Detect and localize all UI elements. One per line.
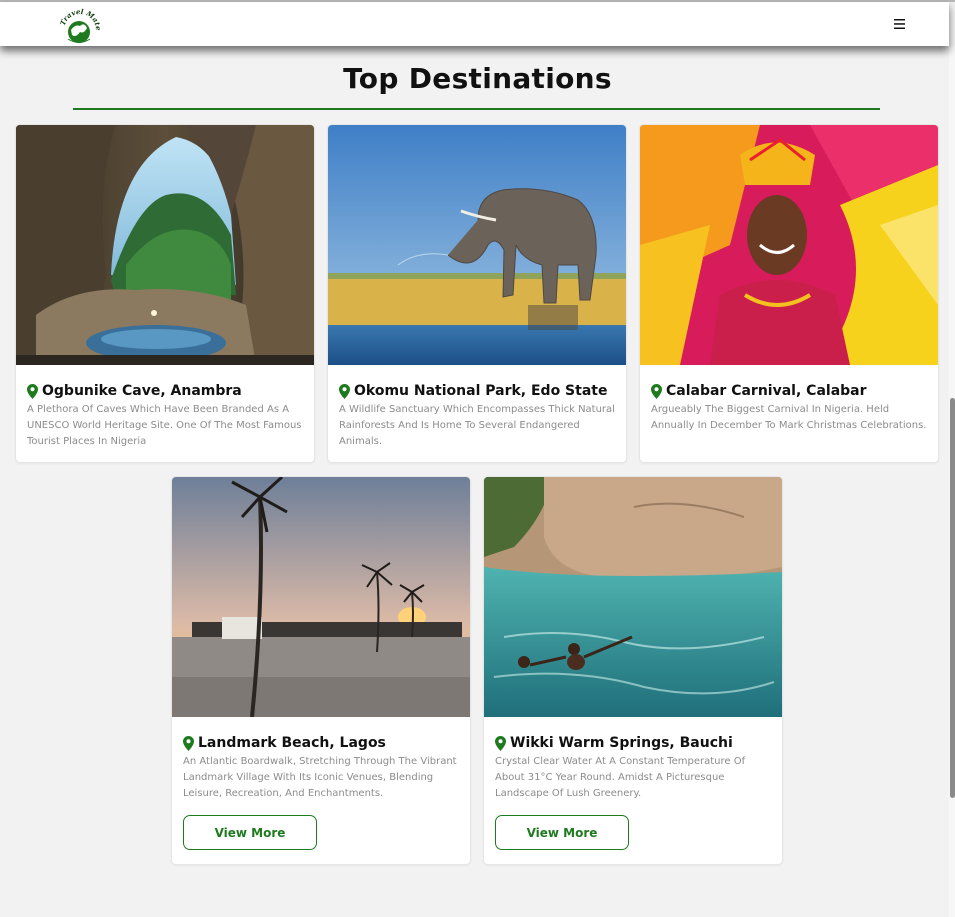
beach-photo: [172, 477, 470, 717]
destination-description: Argueably The Biggest Carnival In Nigeri…: [651, 404, 927, 431]
view-more-button[interactable]: View More: [183, 815, 317, 850]
location-pin-icon: [651, 383, 662, 399]
destination-description: Crystal Clear Water At A Constant Temper…: [495, 756, 746, 799]
location-pin-icon: [495, 735, 506, 751]
destination-name: Ogbunike Cave, Anambra: [42, 383, 242, 399]
view-more-button[interactable]: View More: [495, 815, 629, 850]
destination-description: A Wildlife Sanctuary Which Encompasses T…: [339, 404, 615, 447]
destination-card[interactable]: Wikki Warm Springs, Bauchi Crystal Clear…: [483, 476, 783, 865]
destination-card[interactable]: Landmark Beach, Lagos An Atlantic Boardw…: [171, 476, 471, 865]
destination-title: Calabar Carnival, Calabar: [651, 381, 931, 401]
destination-card[interactable]: Ogbunike Cave, Anambra A Plethora Of Cav…: [15, 124, 315, 463]
destination-title: Wikki Warm Springs, Bauchi: [495, 733, 775, 753]
destination-title: Okomu National Park, Edo State: [339, 381, 619, 401]
travel-mate-logo[interactable]: Travel Mate: [58, 7, 103, 46]
location-pin-icon: [339, 383, 350, 399]
section-title: Top Destinations: [343, 62, 612, 95]
title-underline: [73, 108, 880, 110]
destination-card[interactable]: Calabar Carnival, Calabar Argueably The …: [639, 124, 939, 463]
destination-description: A Plethora Of Caves Which Have Been Bran…: [27, 404, 302, 447]
destination-description: An Atlantic Boardwalk, Stretching Throug…: [183, 756, 457, 799]
carnival-photo: [640, 125, 938, 365]
page: Travel Mate Top Destinations: [0, 0, 955, 917]
springs-photo: [484, 477, 782, 717]
scrollbar-thumb[interactable]: [950, 398, 955, 798]
destination-card[interactable]: Okomu National Park, Edo State A Wildlif…: [327, 124, 627, 463]
destination-title: Ogbunike Cave, Anambra: [27, 381, 307, 401]
cave-photo: [16, 125, 314, 365]
elephant-photo: [328, 125, 626, 365]
hamburger-menu-icon[interactable]: [890, 14, 908, 34]
location-pin-icon: [27, 383, 38, 399]
location-pin-icon: [183, 735, 194, 751]
navbar: Travel Mate: [0, 2, 949, 46]
destination-name: Landmark Beach, Lagos: [198, 735, 386, 751]
destination-name: Wikki Warm Springs, Bauchi: [510, 735, 733, 751]
destination-name: Okomu National Park, Edo State: [354, 383, 608, 399]
destination-title: Landmark Beach, Lagos: [183, 733, 463, 753]
destination-name: Calabar Carnival, Calabar: [666, 383, 867, 399]
